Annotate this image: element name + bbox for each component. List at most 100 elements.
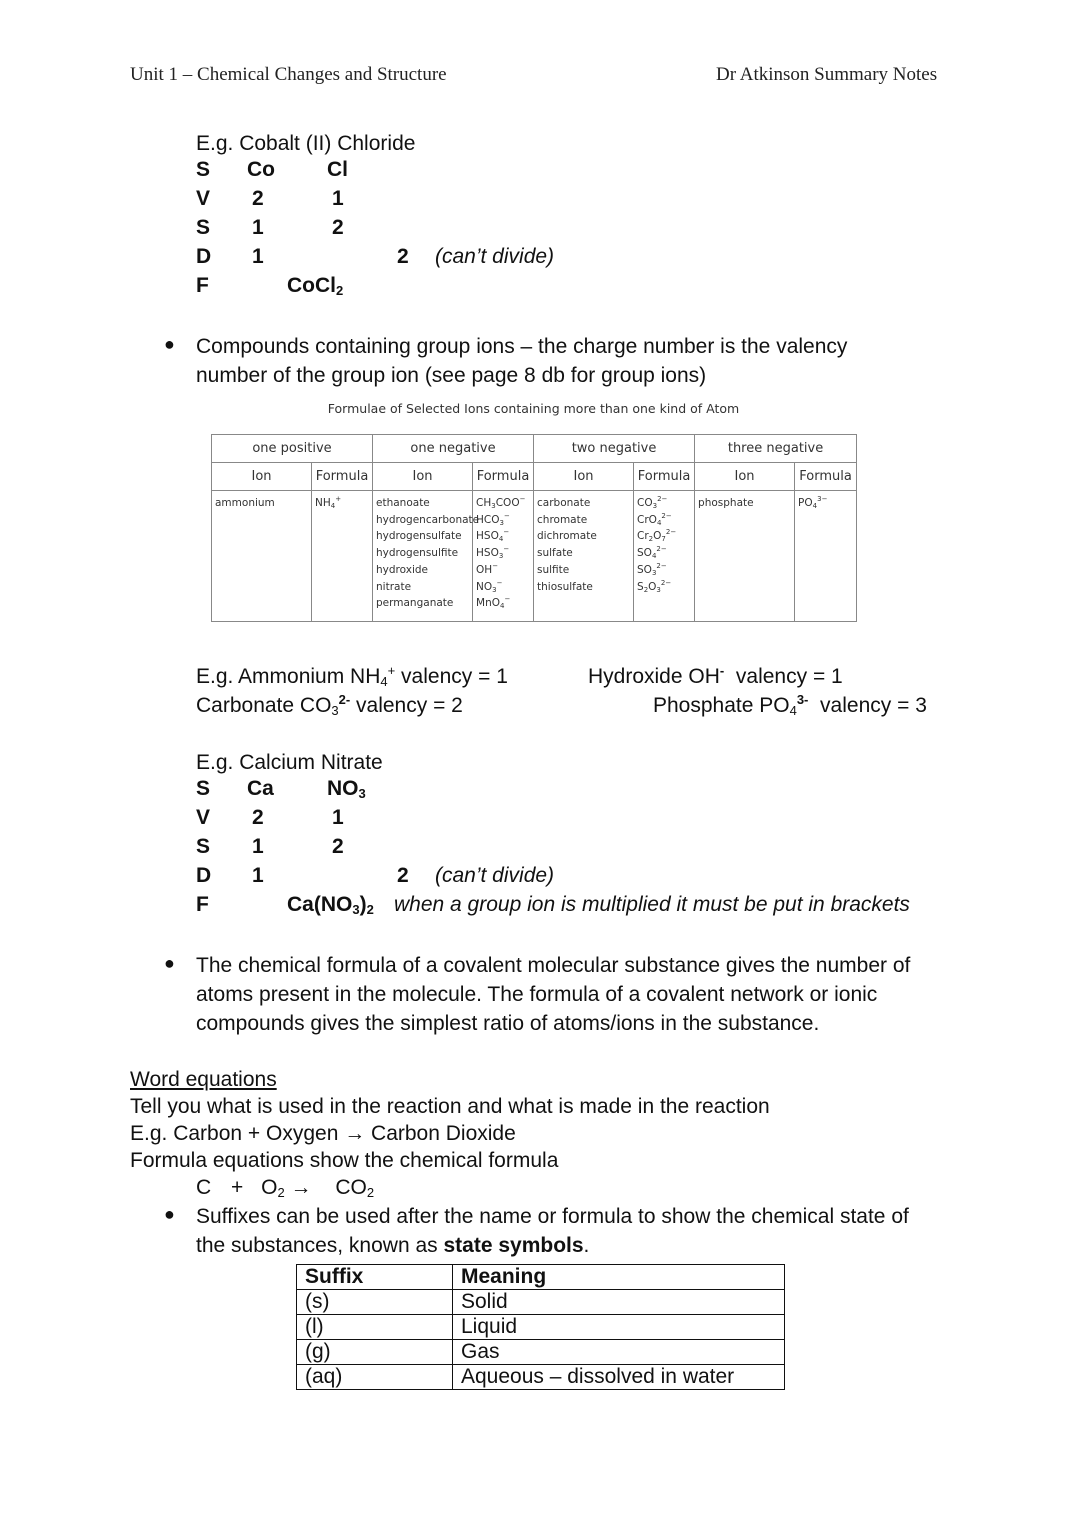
ion-table: one positive one negative two negative t… — [210, 434, 858, 622]
svdf-value-a: 2 — [252, 187, 264, 210]
valency-hydroxide: Hydroxide OH- valency = 1 — [588, 662, 843, 691]
svdf-letter: S — [196, 835, 211, 858]
formula-base: HSO — [476, 547, 499, 560]
word-equations-heading: Word equations — [130, 1068, 277, 1091]
ion-formula: NH4+ — [315, 495, 369, 512]
formula-base: PO — [798, 497, 813, 509]
ion-name: carbonate — [537, 497, 591, 509]
superscript: 3- — [796, 692, 809, 707]
ion-formula: CO32− — [637, 495, 691, 512]
superscript: 2- — [338, 692, 351, 707]
ion-formula: PO43− — [798, 495, 853, 512]
table-row: (g) Gas — [296, 1339, 785, 1365]
table-row: (aq) Aqueous – dissolved in water — [296, 1364, 785, 1390]
ion-name: dichromate — [537, 530, 597, 543]
formula-base: NH — [315, 497, 331, 509]
svdf-value-a: 1 — [252, 835, 264, 858]
svdf-value-c: 2 — [397, 864, 409, 887]
group-header: one positive — [210, 434, 374, 463]
arrow-icon: → — [290, 1176, 312, 1199]
svdf-value-b: 2 — [332, 216, 344, 239]
formula-equations-line: Formula equations show the chemical form… — [130, 1149, 559, 1172]
formula-base: HSO — [476, 530, 499, 543]
column-header-suffix: Suffix — [296, 1264, 453, 1290]
bullet3-text: the substances, known as — [196, 1234, 444, 1257]
formula-charge: 2− — [656, 561, 667, 570]
meaning-cell: Gas — [452, 1339, 785, 1365]
formula-subscript: 4 — [651, 552, 657, 561]
svdf-letter: V — [196, 806, 211, 829]
ion-table-title: Formulae of Selected Ions containing mor… — [327, 401, 740, 416]
formula-charge: 3− — [817, 495, 828, 503]
group-header: one negative — [372, 434, 535, 463]
ion-names-two-negative: carbonate chromate dichromate sulfate sulfit… — [533, 490, 635, 622]
ion-formulas-one-negative: CH3COO− HCO3− HSO4− HSO3− OH− NO3− MnO4− — [472, 490, 535, 622]
formula-charge: 2− — [656, 545, 667, 554]
svdf-note: (can’t divide) — [435, 864, 555, 887]
formula-subscript: 7 — [661, 535, 666, 544]
formula-charge: − — [519, 495, 526, 503]
formula-base: MnO — [476, 597, 500, 610]
meaning-cell: Solid — [452, 1289, 785, 1315]
formula-base: Cr — [637, 530, 649, 543]
formula-base: NO — [327, 777, 359, 800]
svdf-formula: Ca(NO3)2 — [287, 893, 374, 917]
ion-formula: MnO4− — [476, 595, 530, 612]
formula-charge: − — [492, 561, 499, 570]
ion-name: hydroxide — [376, 563, 428, 576]
bullet2-line3: compounds gives the simplest ratio of at… — [196, 1012, 820, 1035]
ion-table-body-row: ammonium NH4+ ethanoate hydrogencarbonate… — [211, 490, 858, 622]
svdf-value-b: 1 — [332, 806, 344, 829]
formula-base: CrO — [637, 513, 657, 526]
formula-charge: + — [335, 495, 342, 503]
formula-subscript: 2 — [366, 902, 374, 917]
bullet3-line1: Suffixes can be used after the name or f… — [196, 1205, 909, 1228]
svdf-formula: CoCl2 — [287, 274, 343, 298]
ion-name: ammonium — [215, 497, 275, 509]
svdf-note: when a group ion is multiplied it must b… — [394, 893, 910, 916]
state-symbols-table: Suffix Meaning (s) Solid (l) Liquid (g) … — [296, 1264, 785, 1390]
formula-subscript: 4 — [500, 602, 505, 611]
formula-subscript: 4 — [330, 502, 336, 510]
svdf-value-a: 1 — [252, 216, 264, 239]
column-header-ion: Ion — [372, 462, 474, 491]
valency-value: valency = 1 — [395, 665, 508, 688]
formula-charge: − — [503, 545, 510, 554]
formula-charge: 2− — [657, 495, 668, 503]
eq-oxygen: O — [261, 1176, 278, 1199]
formula-charge: − — [496, 578, 503, 587]
ion-name: phosphate — [698, 497, 754, 509]
column-header-formula: Formula — [310, 462, 374, 491]
formula-charge: − — [504, 595, 511, 604]
column-header-ion: Ion — [211, 462, 312, 491]
table-row: (s) Solid — [296, 1289, 785, 1315]
ion-name: sulfite — [537, 563, 570, 576]
svdf-value-b: NO3 — [327, 777, 366, 801]
svdf-value-b: 2 — [332, 835, 344, 858]
valency-phosphate: Phosphate PO43- valency = 3 — [653, 691, 927, 720]
formula-subscript: 4 — [812, 502, 818, 510]
table-row: (l) Liquid — [296, 1314, 785, 1340]
ion-name: hydrogensulfate — [376, 530, 462, 543]
formula-charge: − — [503, 511, 510, 520]
formula-base: OH — [476, 563, 493, 576]
bullet3-line2: the substances, known as state symbols. — [196, 1231, 589, 1260]
svdf-value-a: 1 — [252, 864, 264, 887]
meaning-cell: Aqueous – dissolved in water — [452, 1364, 785, 1390]
formula-base: Ca(NO — [287, 893, 353, 916]
bullet-icon: ● — [164, 334, 175, 354]
formula-subscript: 3 — [492, 585, 497, 594]
ion-formula: HCO3− — [476, 512, 530, 529]
suffix-cell: (aq) — [296, 1364, 453, 1390]
header-author: Dr Atkinson Summary Notes — [716, 64, 938, 85]
ion-table-column-row: Ion Formula Ion Formula Ion Formula Ion … — [211, 462, 858, 491]
ion-formulas-three-negative: PO43− — [794, 490, 858, 622]
svdf-letter: D — [196, 864, 212, 887]
ion-formula: HSO4− — [476, 528, 530, 545]
formula-subscript: 3 — [651, 568, 657, 577]
svdf-letter: S — [196, 777, 211, 800]
bullet3-keyword: state symbols — [443, 1234, 584, 1257]
subscript: 4 — [789, 703, 797, 718]
formula-base: CoCl — [287, 274, 336, 297]
ion-names-one-negative: ethanoate hydrogencarbonate hydrogensulfat… — [372, 490, 479, 622]
